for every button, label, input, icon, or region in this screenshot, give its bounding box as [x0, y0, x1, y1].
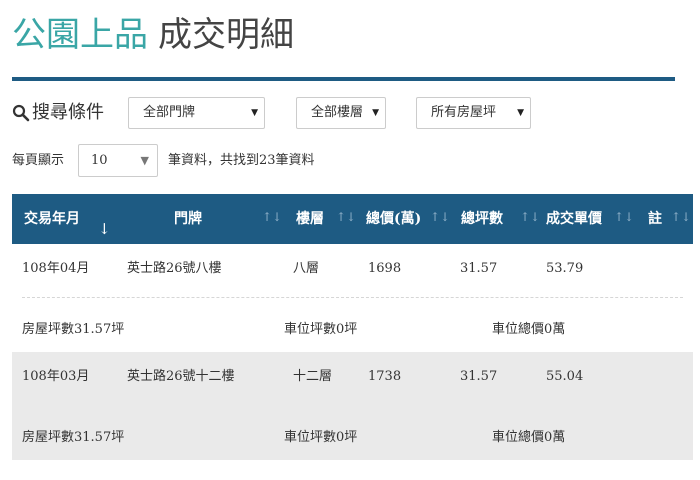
cell-address: 英士路26號十二樓: [127, 369, 235, 384]
column-header-address[interactable]: 門牌: [174, 194, 202, 244]
cell-date: 108年03月: [22, 369, 90, 384]
column-header-floor[interactable]: 樓層: [296, 194, 324, 244]
per-page-select[interactable]: 10 ▼: [78, 144, 158, 177]
sort-arrows-icon[interactable]: ↑↓: [520, 210, 540, 224]
sort-arrows-icon[interactable]: ↑↓: [671, 210, 691, 224]
per-page-value: 10: [91, 153, 108, 168]
column-header-total-area[interactable]: 總坪數: [461, 194, 503, 244]
detail-parking-price: 車位總價0萬: [492, 430, 566, 445]
detail-parking-area: 車位坪數0坪: [284, 322, 358, 337]
table-row: 108年03月 英士路26號十二樓 十二層 1738 31.57 55.04 房…: [12, 352, 693, 460]
arrow-down-icon[interactable]: ↓: [98, 222, 111, 237]
caret-down-icon: ▼: [251, 108, 258, 118]
sort-arrows-icon[interactable]: ↑↓: [614, 210, 634, 224]
cell-total-area: 31.57: [460, 369, 498, 384]
sort-arrows-icon[interactable]: ↑↓: [262, 210, 282, 224]
floor-filter-value: 全部樓層: [311, 105, 364, 120]
sort-arrows-icon[interactable]: ↑↓: [336, 210, 356, 224]
column-header-date[interactable]: 交易年月: [24, 194, 80, 244]
area-filter-value: 所有房屋坪: [431, 105, 497, 120]
table-row: 108年04月 英士路26號八樓 八層 1698 31.57 53.79 房屋坪…: [12, 244, 693, 352]
detail-house-area: 房屋坪數31.57坪: [22, 322, 125, 337]
area-filter-select[interactable]: 所有房屋坪 ▼: [416, 97, 531, 129]
page-title-subtitle: 成交明細: [158, 15, 294, 55]
page-title: 公園上品 成交明細: [12, 12, 294, 58]
cell-total-price: 1698: [368, 261, 402, 276]
title-divider: [12, 77, 675, 81]
row-divider: [22, 297, 683, 298]
caret-down-icon: ▼: [517, 108, 524, 118]
sort-arrows-icon[interactable]: ↑↓: [430, 210, 450, 224]
caret-down-icon: ▼: [372, 108, 379, 118]
cell-total-area: 31.57: [460, 261, 498, 276]
cell-address: 英士路26號八樓: [127, 261, 222, 276]
address-filter-value: 全部門牌: [143, 105, 196, 120]
column-header-total-price[interactable]: 總價(萬): [366, 194, 421, 244]
caret-down-icon: ▼: [140, 154, 149, 167]
cell-total-price: 1738: [368, 369, 402, 384]
result-count-text: 筆資料，共找到23筆資料: [168, 153, 315, 168]
page-title-brand: 公園上品: [12, 15, 148, 55]
cell-unit-price: 53.79: [546, 261, 584, 276]
address-filter-select[interactable]: 全部門牌 ▼: [128, 97, 265, 129]
detail-house-area: 房屋坪數31.57坪: [22, 430, 125, 445]
detail-parking-price: 車位總價0萬: [492, 322, 566, 337]
per-page-label: 每頁顯示: [12, 153, 65, 168]
search-conditions-text: 搜尋條件: [32, 102, 104, 123]
cell-floor: 八層: [293, 261, 320, 276]
cell-floor: 十二層: [293, 369, 333, 384]
detail-parking-area: 車位坪數0坪: [284, 430, 358, 445]
search-icon: [12, 104, 30, 122]
cell-unit-price: 55.04: [546, 369, 584, 384]
column-header-note[interactable]: 註: [648, 194, 662, 244]
cell-date: 108年04月: [22, 261, 90, 276]
table-header: 交易年月 ↓ 門牌 ↑↓ 樓層 ↑↓ 總價(萬) ↑↓ 總坪數 ↑↓ 成交單價 …: [12, 194, 693, 244]
column-header-unit-price[interactable]: 成交單價: [546, 194, 602, 244]
search-conditions-label: 搜尋條件: [12, 100, 104, 126]
floor-filter-select[interactable]: 全部樓層 ▼: [296, 97, 386, 129]
